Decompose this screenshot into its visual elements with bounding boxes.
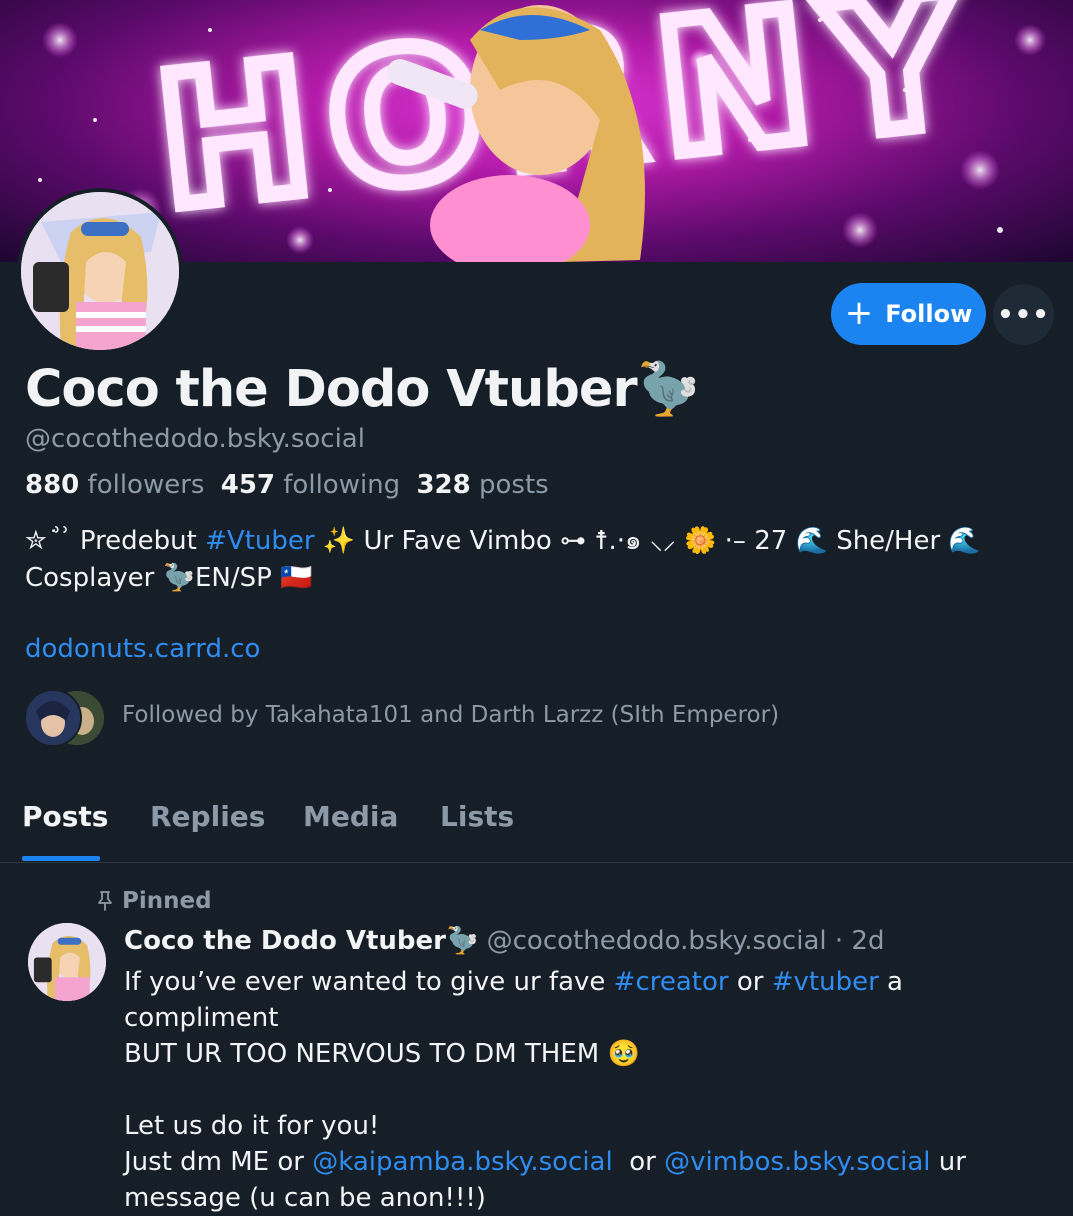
tab-posts[interactable]: Posts bbox=[22, 800, 108, 833]
post-author-name[interactable]: Coco the Dodo Vtuber🦤 bbox=[124, 926, 478, 956]
more-options-button[interactable]: ••• bbox=[993, 284, 1054, 345]
pin-icon bbox=[98, 891, 112, 911]
post-text: If you’ve ever wanted to give ur fave #c… bbox=[124, 967, 966, 1213]
mention-vimbos[interactable]: @vimbos.bsky.social bbox=[664, 1147, 930, 1177]
post-timestamp[interactable]: · 2d bbox=[835, 926, 885, 956]
tab-lists[interactable]: Lists bbox=[440, 800, 514, 833]
display-name: Coco the Dodo Vtuber🦤 bbox=[25, 360, 700, 419]
profile-avatar[interactable] bbox=[17, 188, 183, 354]
post-author-handle[interactable]: @cocothedodo.bsky.social bbox=[487, 926, 827, 956]
pinned-indicator: Pinned bbox=[96, 888, 212, 914]
tab-replies[interactable]: Replies bbox=[150, 800, 265, 833]
profile-bio: ✮ ͘ ͗ ͗ Predebut #Vtuber ✨ Ur Fave Vimbo… bbox=[25, 526, 981, 593]
posts-stat: 328 posts bbox=[416, 470, 549, 500]
post-header: Coco the Dodo Vtuber🦤 @cocothedodo.bsky.… bbox=[124, 926, 884, 956]
following-stat[interactable]: 457 following bbox=[221, 470, 400, 500]
profile-tabs: Posts Replies Media Lists bbox=[0, 790, 1073, 863]
profile-stats: 880 followers 457 following 328 posts bbox=[25, 470, 549, 500]
hashtag-vtuber-post[interactable]: #vtuber bbox=[772, 967, 879, 997]
hashtag-creator[interactable]: #creator bbox=[614, 967, 729, 997]
avatar-image bbox=[21, 192, 179, 350]
follower-avatar-1[interactable] bbox=[24, 689, 82, 747]
followed-by-text[interactable]: Followed by Takahata101 and Darth Larzz … bbox=[122, 702, 779, 728]
plus-icon: + bbox=[844, 292, 874, 333]
hashtag-vtuber[interactable]: #Vtuber bbox=[205, 526, 314, 556]
tab-media[interactable]: Media bbox=[303, 800, 398, 833]
active-tab-indicator bbox=[22, 856, 100, 861]
profile-handle: @cocothedodo.bsky.social bbox=[25, 424, 365, 454]
follow-button[interactable]: + Follow bbox=[831, 283, 986, 345]
follow-label: Follow bbox=[885, 300, 973, 328]
followers-stat[interactable]: 880 followers bbox=[25, 470, 204, 500]
profile-link[interactable]: dodonuts.carrd.co bbox=[25, 634, 260, 664]
ellipsis-icon: ••• bbox=[997, 299, 1050, 330]
mention-kaipamba[interactable]: @kaipamba.bsky.social bbox=[312, 1147, 612, 1177]
post-author-avatar[interactable] bbox=[28, 923, 106, 1001]
